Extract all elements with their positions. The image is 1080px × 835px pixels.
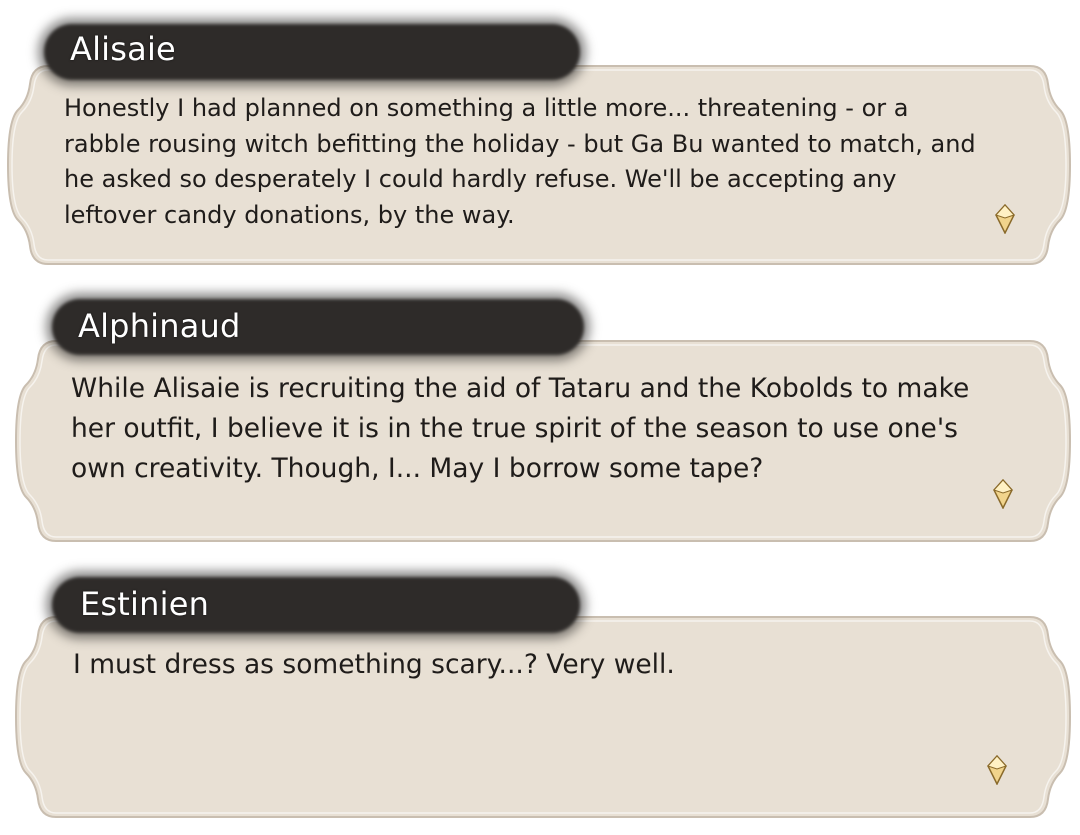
speaker-name: Alisaie — [70, 30, 176, 68]
dialogue-stage: Alisaie Honestly I had planned on someth… — [0, 0, 1080, 835]
dialogue-text: Honestly I had planned on something a li… — [64, 94, 976, 229]
speaker-name: Estinien — [80, 585, 210, 623]
diamond-advance-icon[interactable] — [992, 478, 1014, 510]
diamond-advance-icon[interactable] — [994, 203, 1016, 235]
dialogue-text: I must dress as something scary...? Very… — [73, 649, 675, 680]
speaker-name: Alphinaud — [78, 307, 241, 345]
dialogue-box-estinien[interactable]: Estinien I must dress as something scary… — [0, 555, 1080, 825]
dialogue-box-alphinaud[interactable]: Alphinaud While Alisaie is recruiting th… — [0, 277, 1080, 547]
diamond-advance-icon[interactable] — [986, 754, 1008, 786]
dialogue-box-alisaie[interactable]: Alisaie Honestly I had planned on someth… — [0, 0, 1080, 270]
dialogue-text: While Alisaie is recruiting the aid of T… — [71, 373, 970, 484]
